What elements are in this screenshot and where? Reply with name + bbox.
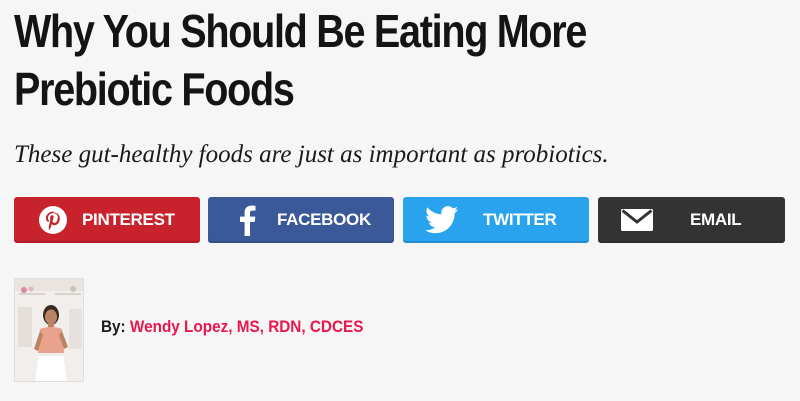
facebook-share-label: FACEBOOK bbox=[277, 210, 371, 229]
twitter-share-label: TWITTER bbox=[483, 210, 557, 229]
byline-prefix: By: bbox=[101, 317, 126, 336]
twitter-icon bbox=[425, 205, 459, 235]
author-link[interactable]: Wendy Lopez, MS, RDN, CDCES bbox=[130, 317, 363, 336]
pinterest-icon bbox=[36, 205, 70, 235]
article-subtitle: These gut-healthy foods are just as impo… bbox=[14, 141, 609, 168]
email-share-button[interactable]: EMAIL bbox=[598, 197, 785, 243]
pinterest-share-button[interactable]: PINTEREST bbox=[14, 197, 200, 243]
author-photo bbox=[15, 279, 83, 381]
article-title-line-1: Why You Should Be Eating More bbox=[14, 5, 587, 57]
author-byline: By: Wendy Lopez, MS, RDN, CDCES bbox=[101, 316, 363, 338]
twitter-share-button[interactable]: TWITTER bbox=[403, 197, 589, 243]
envelope-icon bbox=[620, 205, 654, 235]
article-title: Why You Should Be Eating More Prebiotic … bbox=[14, 2, 788, 118]
article-title-line-2: Prebiotic Foods bbox=[14, 63, 295, 115]
share-buttons: PINTEREST FACEBOOK TWITTER EMAIL bbox=[14, 197, 785, 243]
facebook-icon bbox=[230, 205, 264, 236]
facebook-share-button[interactable]: FACEBOOK bbox=[208, 197, 394, 243]
email-share-label: EMAIL bbox=[690, 210, 742, 229]
author-avatar[interactable] bbox=[14, 278, 84, 382]
pinterest-share-label: PINTEREST bbox=[82, 210, 175, 229]
